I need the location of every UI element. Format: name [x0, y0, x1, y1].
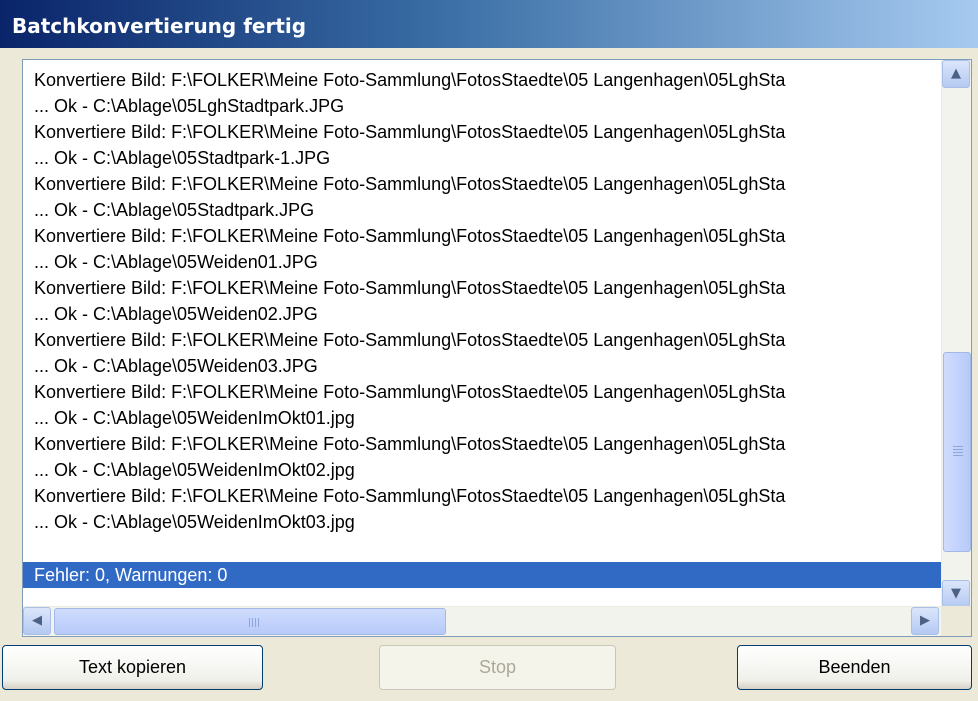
log-line[interactable]: Konvertiere Bild: F:\FOLKER\Meine Foto-S… — [34, 67, 785, 93]
log-line[interactable]: ... Ok - C:\Ablage\05WeidenImOkt01.jpg — [34, 405, 355, 431]
log-line[interactable]: Konvertiere Bild: F:\FOLKER\Meine Foto-S… — [34, 431, 785, 457]
grip-line — [953, 452, 963, 453]
title-bar: Batchkonvertierung fertig — [0, 0, 978, 48]
vertical-scroll-thumb[interactable] — [943, 352, 971, 552]
grip-line — [953, 449, 963, 450]
log-line[interactable]: ... Ok - C:\Ablage\05LghStadtpark.JPG — [34, 93, 344, 119]
copy-text-button[interactable]: Text kopieren — [2, 645, 263, 690]
chevron-right-icon[interactable]: ▶ — [911, 607, 939, 635]
horizontal-scrollbar[interactable]: ◀ ▶ — [23, 606, 971, 636]
log-content: Konvertiere Bild: F:\FOLKER\Meine Foto-S… — [23, 60, 941, 590]
log-line[interactable]: Konvertiere Bild: F:\FOLKER\Meine Foto-S… — [34, 483, 785, 509]
log-line[interactable]: ... Ok - C:\Ablage\05Weiden03.JPG — [34, 353, 318, 379]
log-line[interactable]: ... Ok - C:\Ablage\05Stadtpark-1.JPG — [34, 145, 330, 171]
grip-line — [249, 618, 250, 627]
chevron-up-icon[interactable]: ▲ — [942, 60, 970, 88]
log-line[interactable]: ... Ok - C:\Ablage\05Stadtpark.JPG — [34, 197, 314, 223]
grip-line — [953, 446, 963, 447]
grip-line — [252, 618, 253, 627]
log-line[interactable]: Konvertiere Bild: F:\FOLKER\Meine Foto-S… — [34, 275, 785, 301]
chevron-left-icon[interactable]: ◀ — [23, 607, 51, 635]
log-line[interactable]: Konvertiere Bild: F:\FOLKER\Meine Foto-S… — [34, 327, 785, 353]
log-line[interactable]: ... Ok - C:\Ablage\05WeidenImOkt03.jpg — [34, 509, 355, 535]
chevron-down-icon[interactable]: ▼ — [942, 580, 970, 608]
log-summary-line[interactable]: Fehler: 0, Warnungen: 0 — [23, 562, 941, 588]
window-title: Batchkonvertierung fertig — [12, 14, 307, 38]
stop-button[interactable]: Stop — [379, 645, 616, 690]
vertical-scrollbar[interactable]: ▲ ▼ — [941, 60, 971, 608]
grip-line — [255, 618, 256, 627]
log-line[interactable]: Konvertiere Bild: F:\FOLKER\Meine Foto-S… — [34, 171, 785, 197]
log-line[interactable]: ... Ok - C:\Ablage\05Weiden01.JPG — [34, 249, 318, 275]
log-listbox[interactable]: Konvertiere Bild: F:\FOLKER\Meine Foto-S… — [22, 59, 972, 637]
log-line[interactable]: Konvertiere Bild: F:\FOLKER\Meine Foto-S… — [34, 223, 785, 249]
horizontal-scroll-thumb[interactable] — [54, 608, 446, 635]
log-line[interactable]: ... Ok - C:\Ablage\05WeidenImOkt02.jpg — [34, 457, 355, 483]
log-line[interactable]: Konvertiere Bild: F:\FOLKER\Meine Foto-S… — [34, 119, 785, 145]
scrollbar-corner — [941, 606, 971, 636]
log-line[interactable]: ... Ok - C:\Ablage\05Weiden02.JPG — [34, 301, 318, 327]
close-button[interactable]: Beenden — [737, 645, 972, 690]
grip-line — [258, 618, 259, 627]
grip-line — [953, 455, 963, 456]
log-line[interactable]: Konvertiere Bild: F:\FOLKER\Meine Foto-S… — [34, 379, 785, 405]
